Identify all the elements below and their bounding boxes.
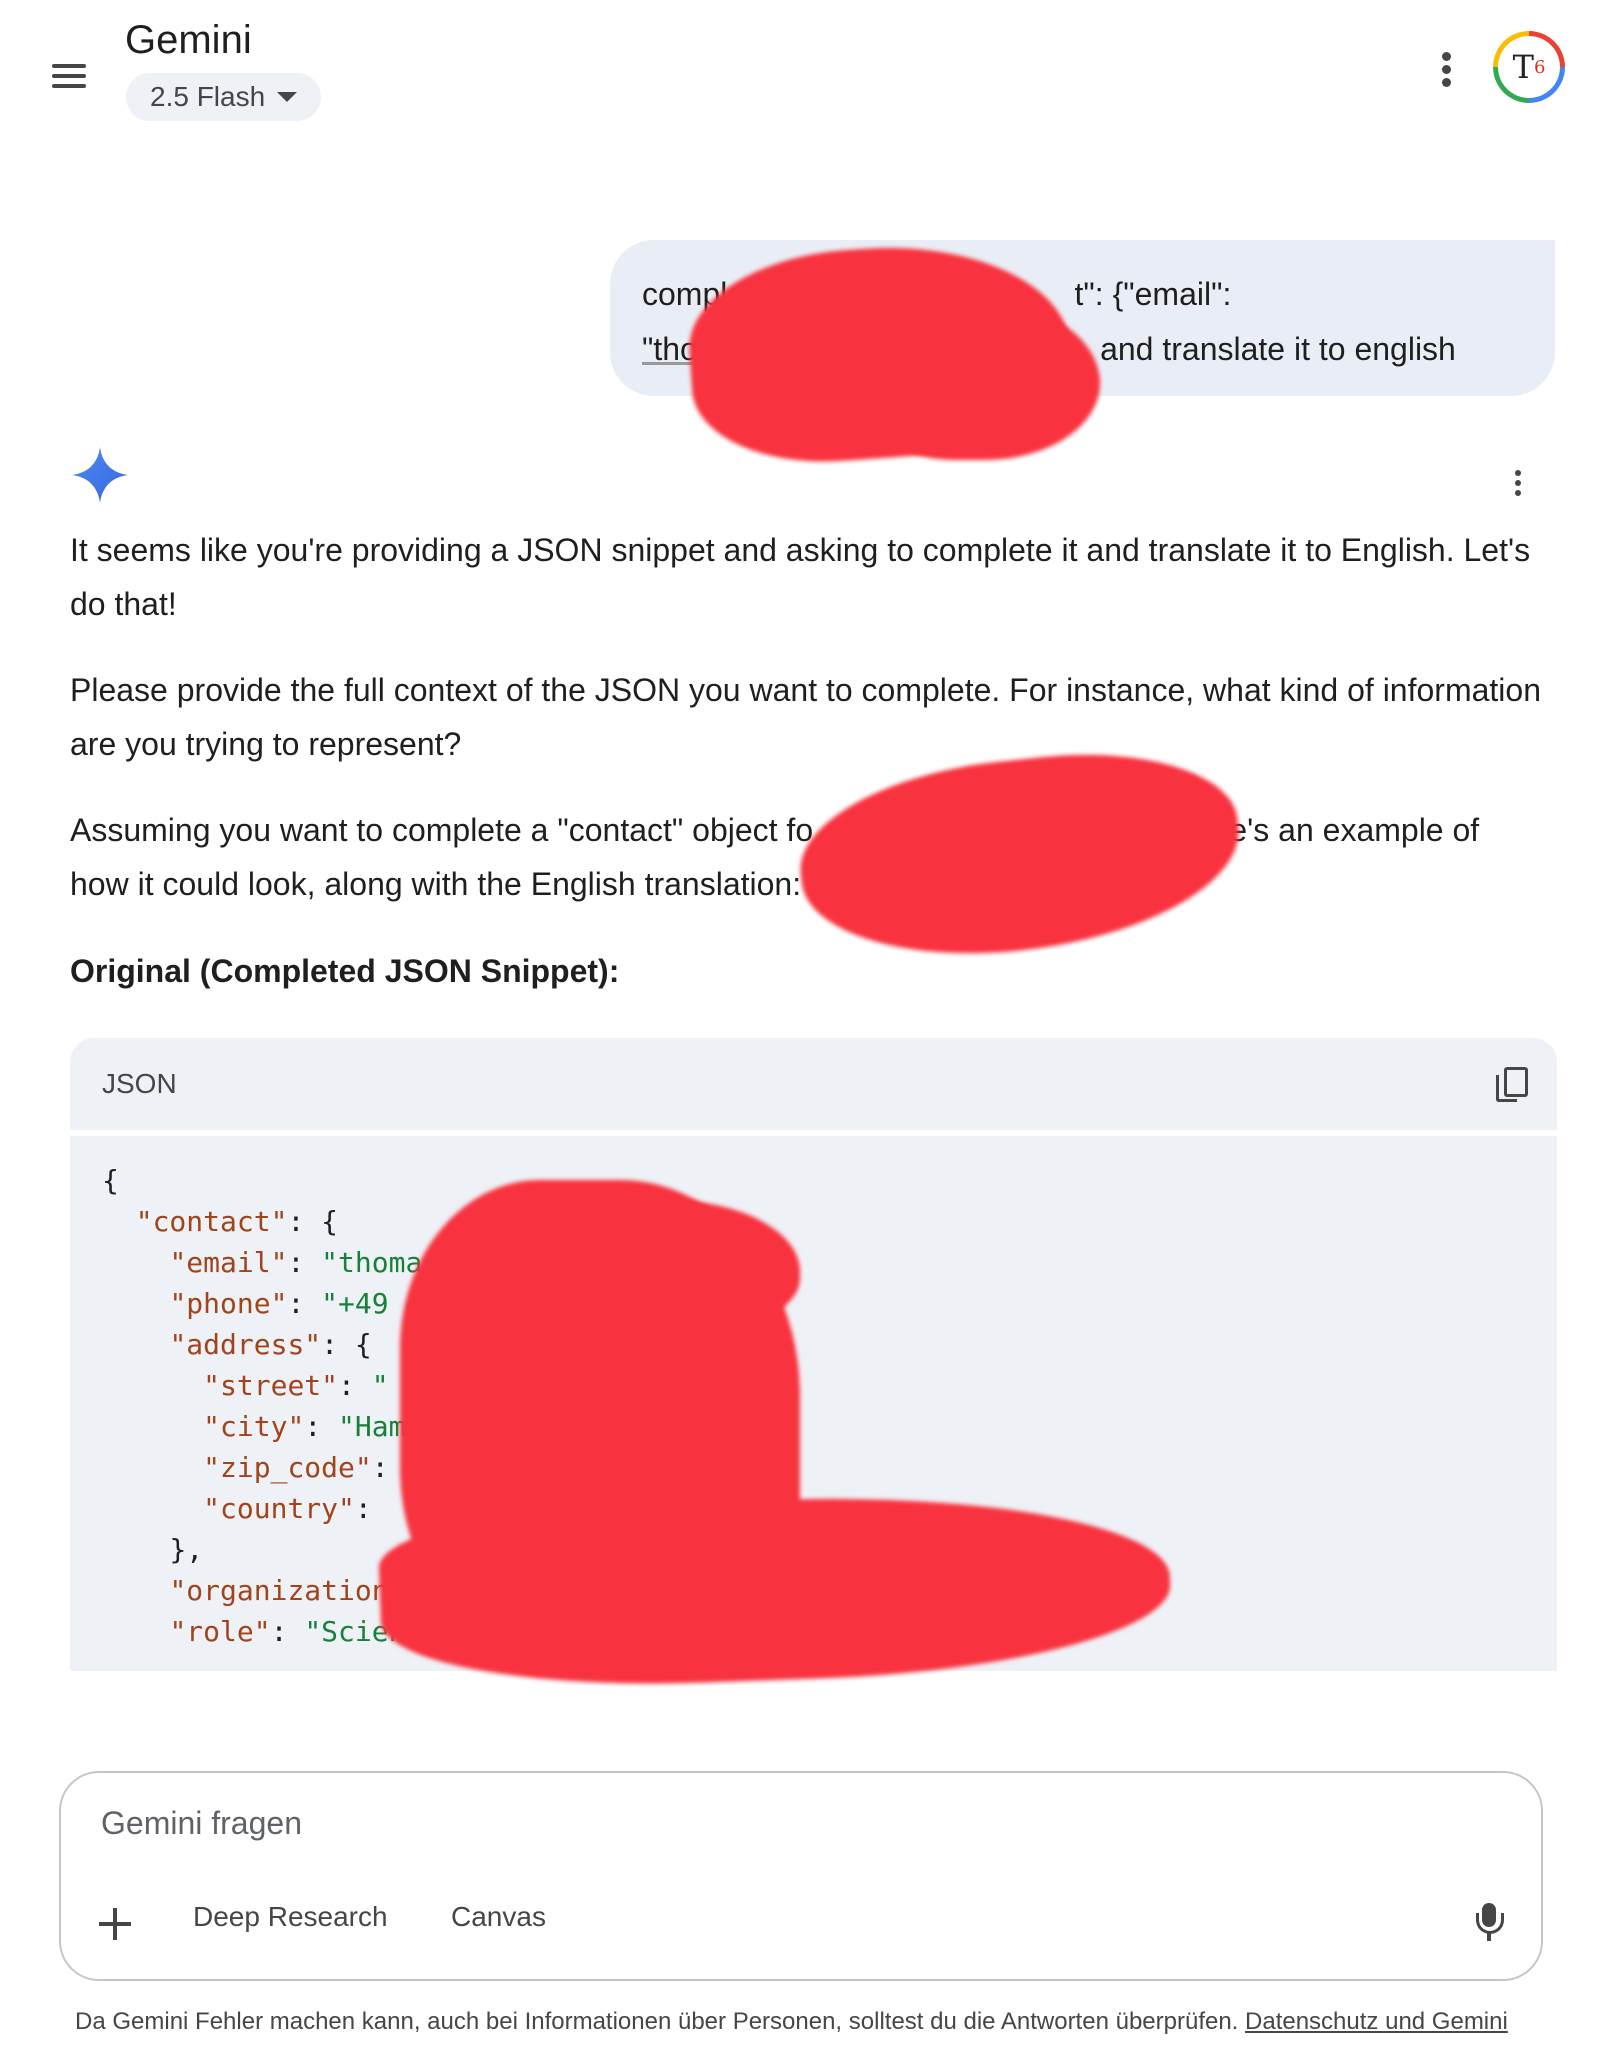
avatar[interactable]: T6	[1493, 31, 1565, 103]
code-language-label: JSON	[102, 1068, 177, 1099]
model-selector-label: 2.5 Flash	[150, 81, 266, 112]
code-line: "street": "	[203, 1369, 389, 1402]
response-paragraph-1: It seems like you're providing a JSON sn…	[70, 532, 1531, 622]
json-key: "address"	[169, 1328, 322, 1361]
privacy-link[interactable]: Datenschutz und Gemini	[1245, 2008, 1508, 2035]
json-key: "street"	[203, 1369, 339, 1402]
json-key: "zip_code"	[203, 1451, 372, 1484]
json-value: "Ham	[338, 1410, 406, 1443]
code-line: "address": {	[169, 1328, 372, 1361]
code-line: "zip_code":	[203, 1451, 389, 1484]
code-line: {	[102, 1164, 119, 1197]
canvas-button[interactable]: Canvas	[451, 1901, 546, 1933]
json-key: "phone"	[169, 1287, 288, 1320]
json-key: "contact"	[135, 1205, 288, 1238]
response-paragraph-2: Please provide the full context of the J…	[70, 672, 1541, 762]
code-line: "phone": "+49 4	[169, 1287, 423, 1320]
copy-icon[interactable]	[1495, 1067, 1528, 1102]
json-value: "thoma	[321, 1246, 423, 1279]
response-paragraph-3-start: Assuming you want to complete a "contact…	[70, 812, 814, 848]
json-key: "role"	[169, 1615, 271, 1648]
redaction-mark	[860, 300, 1100, 460]
user-message-text: t": {"email":	[1074, 276, 1232, 312]
code-line: "contact": {	[135, 1205, 339, 1238]
main-menu-icon[interactable]	[52, 64, 86, 90]
prompt-input[interactable]: Gemini fragen	[101, 1805, 302, 1842]
response-heading: Original (Completed JSON Snippet):	[70, 953, 620, 989]
prompt-input-box[interactable]: Gemini fragen Deep Research Canvas	[59, 1771, 1543, 1981]
deep-research-button[interactable]: Deep Research	[193, 1901, 388, 1933]
more-options-icon[interactable]	[1438, 52, 1454, 92]
code-block-header: JSON	[70, 1038, 1557, 1130]
json-key: "city"	[203, 1410, 305, 1443]
user-message-text: ... and translate it to english	[1064, 331, 1456, 367]
add-icon[interactable]	[99, 1908, 131, 1940]
code-line: "city": "Ham	[203, 1410, 406, 1443]
json-key: "country"	[203, 1492, 355, 1525]
microphone-icon[interactable]	[1475, 1903, 1504, 1943]
disclaimer-text: Da Gemini Fehler machen kann, auch bei I…	[75, 2008, 1239, 2035]
json-key: "organization"	[169, 1574, 406, 1607]
response-options-icon[interactable]	[1512, 470, 1524, 496]
app-title: Gemini	[125, 18, 252, 62]
code-line: "email": "thoma	[169, 1246, 423, 1279]
model-selector[interactable]: 2.5 Flash	[126, 73, 322, 121]
json-value: "	[371, 1369, 389, 1402]
avatar-initials-icon: T6	[1498, 36, 1560, 98]
redaction-mark	[791, 737, 1249, 973]
gemini-spark-icon	[72, 447, 128, 503]
caret-down-icon	[277, 92, 298, 102]
footer-disclaimer: Da Gemini Fehler machen kann, auch bei I…	[75, 2008, 1508, 2036]
json-key: "email"	[169, 1246, 288, 1279]
